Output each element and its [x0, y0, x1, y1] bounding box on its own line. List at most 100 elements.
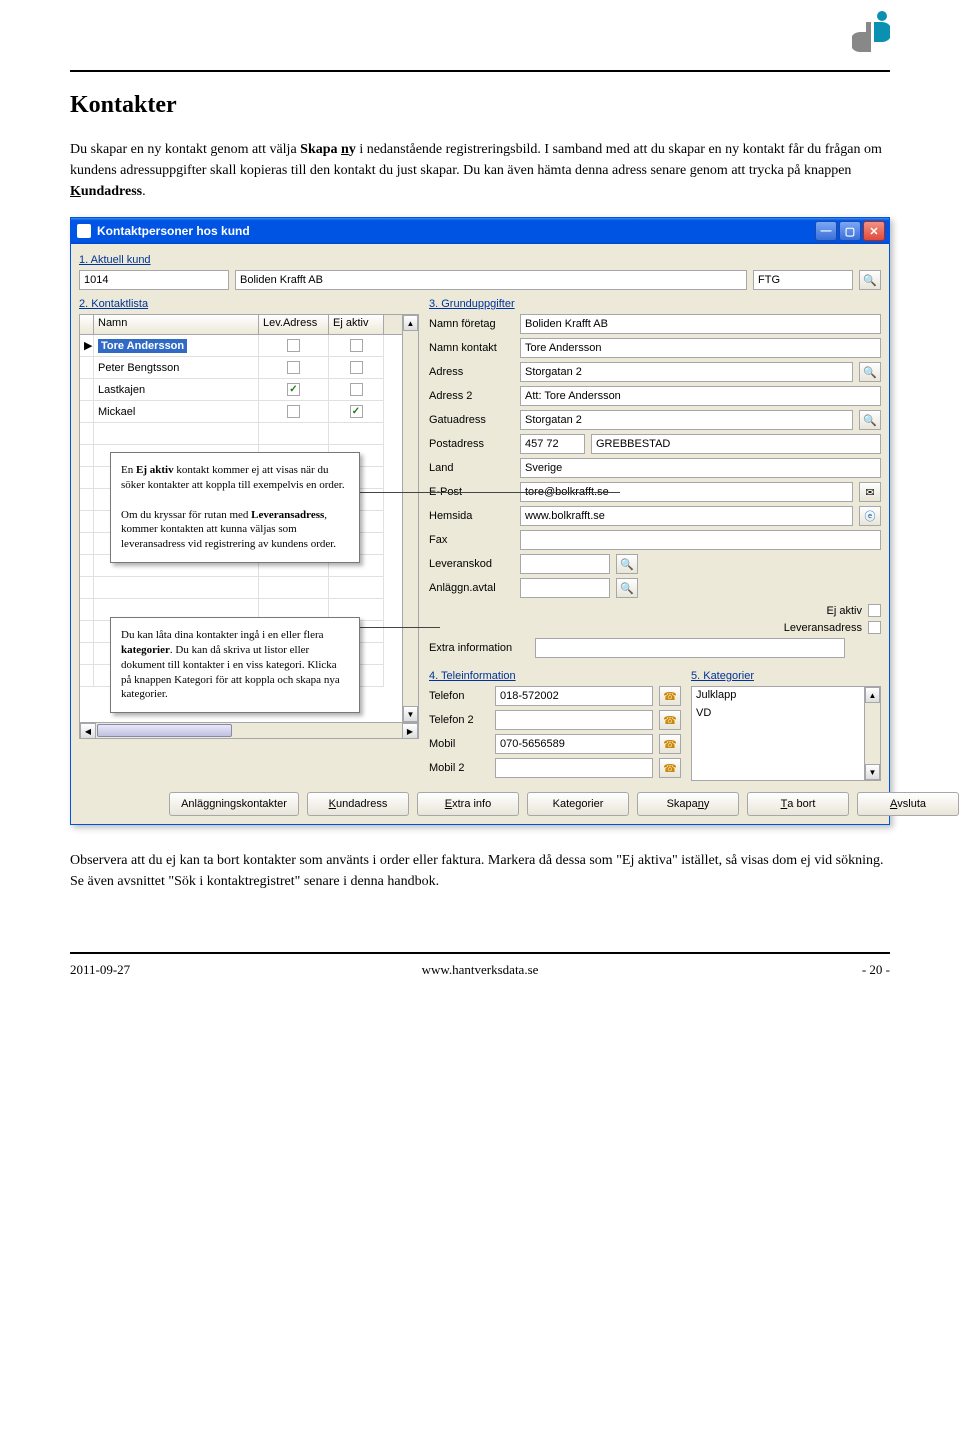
input-postnr[interactable] [520, 434, 585, 454]
input-telefon[interactable] [495, 686, 653, 706]
btn-kategorier[interactable]: Kategorier [527, 792, 629, 816]
web-icon[interactable]: ⓔ [859, 506, 881, 526]
chk-lev[interactable] [287, 339, 300, 352]
th-lev[interactable]: Lev.Adress [259, 315, 329, 334]
th-ej[interactable]: Ej aktiv [329, 315, 384, 334]
search-kund-icon[interactable]: 🔍 [859, 270, 881, 290]
table-row[interactable]: ▶Tore Andersson [80, 335, 402, 357]
list-item[interactable]: Julklapp [696, 689, 860, 707]
chk-levadress[interactable] [868, 621, 881, 634]
lbl-land: Land [429, 462, 514, 474]
c1-c: Om du kryssar för rutan med [121, 509, 251, 521]
chk-ej[interactable] [350, 361, 363, 374]
outro-paragraph: Observera att du ej kan ta bort kontakte… [70, 850, 890, 892]
chk-ej[interactable] [350, 383, 363, 396]
window-icon [77, 224, 91, 238]
table-vscroll[interactable]: ▲ ▼ [402, 315, 418, 722]
input-hemsida[interactable] [520, 506, 853, 526]
input-telefon2[interactable] [495, 710, 653, 730]
mail-icon[interactable]: ✉ [859, 482, 881, 502]
chk-lev[interactable]: ✓ [287, 383, 300, 396]
search-adress-icon[interactable]: 🔍 [859, 362, 881, 382]
input-adress[interactable] [520, 362, 853, 382]
phone-icon-1[interactable]: ☎ [659, 686, 681, 706]
maximize-button[interactable]: ▢ [839, 221, 861, 241]
kund-id-input[interactable] [79, 270, 229, 290]
chk-lev[interactable] [287, 361, 300, 374]
chk-ej[interactable]: ✓ [350, 405, 363, 418]
c2-bold1: kategorier [121, 644, 170, 656]
minimize-button[interactable]: — [815, 221, 837, 241]
lbl-anlaggn: Anläggn.avtal [429, 582, 514, 594]
search-levkod-icon[interactable]: 🔍 [616, 554, 638, 574]
input-mobil2[interactable] [495, 758, 653, 778]
c1-a: En [121, 464, 136, 476]
top-divider [70, 70, 890, 72]
list-item[interactable]: VD [696, 707, 860, 725]
btn-tabort[interactable]: Ta bort [747, 792, 849, 816]
section-1-label[interactable]: 1. Aktuell kund [79, 254, 881, 266]
table-row[interactable]: Lastkajen✓ [80, 379, 402, 401]
footer-date: 2011-09-27 [70, 962, 343, 978]
btn-avsluta[interactable]: Avsluta [857, 792, 959, 816]
c1-bold1: Ej aktiv [136, 464, 174, 476]
input-leveranskod[interactable] [520, 554, 610, 574]
input-namn-foretag[interactable] [520, 314, 881, 334]
lbl-namn-foretag: Namn företag [429, 318, 514, 330]
chk-lev[interactable] [287, 405, 300, 418]
lbl-telefon2: Telefon 2 [429, 714, 489, 726]
app-screenshot: Kontaktpersoner hos kund — ▢ ✕ 1. Aktuel… [70, 217, 890, 825]
page-logo [852, 10, 890, 61]
footer-page: - 20 - [617, 962, 890, 978]
section-2-label[interactable]: 2. Kontaktlista [79, 298, 419, 310]
intro-bold-ul: n [341, 142, 349, 157]
input-postort[interactable] [591, 434, 881, 454]
lbl-hemsida: Hemsida [429, 510, 514, 522]
input-gatuadress[interactable] [520, 410, 853, 430]
input-land[interactable] [520, 458, 881, 478]
table-row[interactable]: Mickael✓ [80, 401, 402, 423]
th-namn[interactable]: Namn [94, 315, 259, 334]
lbl-adress2: Adress 2 [429, 390, 514, 402]
input-namn-kontakt[interactable] [520, 338, 881, 358]
btn-kundadress[interactable]: Kundadress [307, 792, 409, 816]
lbl-adress: Adress [429, 366, 514, 378]
btn-anlaggn[interactable]: Anläggningskontakter [169, 792, 299, 816]
phone-icon-4[interactable]: ☎ [659, 758, 681, 778]
table-hscroll[interactable]: ◀ ▶ [80, 722, 418, 738]
window-titlebar[interactable]: Kontaktpersoner hos kund — ▢ ✕ [71, 218, 889, 244]
btn-skapany[interactable]: Skapa ny [637, 792, 739, 816]
input-adress2[interactable] [520, 386, 881, 406]
search-gatu-icon[interactable]: 🔍 [859, 410, 881, 430]
close-button[interactable]: ✕ [863, 221, 885, 241]
intro-bold-post: y [349, 142, 356, 157]
chk-ejaktiv[interactable] [868, 604, 881, 617]
lbl-mobil: Mobil [429, 738, 489, 750]
callout-1: En Ej aktiv kontakt kommer ej att visas … [110, 452, 360, 563]
lbl-postadress: Postadress [429, 438, 514, 450]
section-4-label[interactable]: 4. Teleinformation [429, 670, 681, 682]
lbl-gatuadress: Gatuadress [429, 414, 514, 426]
input-fax[interactable] [520, 530, 881, 550]
lbl-levadress: Leveransadress [784, 622, 862, 634]
search-anlaggn-icon[interactable]: 🔍 [616, 578, 638, 598]
window-title: Kontaktpersoner hos kund [97, 224, 815, 238]
chk-ej[interactable] [350, 339, 363, 352]
input-extrainfo[interactable] [535, 638, 845, 658]
kund-typ-input[interactable] [753, 270, 853, 290]
kategorier-listbox[interactable]: JulklappVD ▲ ▼ [691, 686, 881, 781]
phone-icon-2[interactable]: ☎ [659, 710, 681, 730]
input-mobil[interactable] [495, 734, 653, 754]
table-row[interactable]: Peter Bengtsson [80, 357, 402, 379]
lbl-fax: Fax [429, 534, 514, 546]
kund-namn-input[interactable] [235, 270, 747, 290]
btn-extra[interactable]: Extra info [417, 792, 519, 816]
phone-icon-3[interactable]: ☎ [659, 734, 681, 754]
section-5-label[interactable]: 5. Kategorier [691, 670, 881, 682]
intro-text-a: Du skapar en ny kontakt genom att välja [70, 142, 300, 157]
lbl-namn-kontakt: Namn kontakt [429, 342, 514, 354]
input-anlaggn[interactable] [520, 578, 610, 598]
intro-paragraph: Du skapar en ny kontakt genom att välja … [70, 139, 890, 202]
page-footer: 2011-09-27 www.hantverksdata.se - 20 - [70, 952, 890, 978]
section-3-label[interactable]: 3. Grunduppgifter [429, 298, 881, 310]
